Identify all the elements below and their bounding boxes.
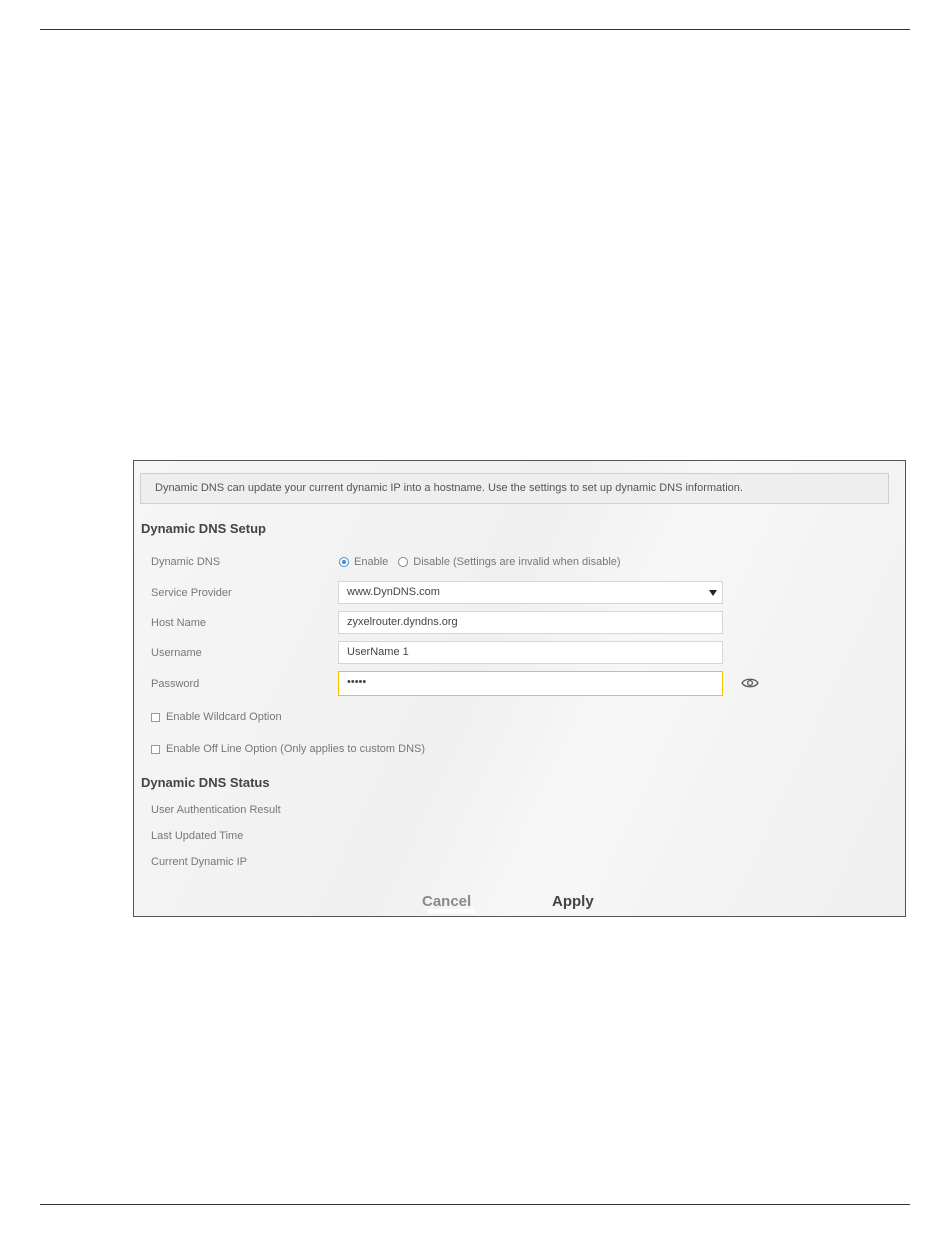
wildcard-option-row[interactable]: Enable Wildcard Option bbox=[151, 711, 282, 723]
current-ip-label: Current Dynamic IP bbox=[151, 856, 247, 868]
dynamic-dns-panel: Dynamic DNS can update your current dyna… bbox=[133, 460, 906, 917]
wildcard-label: Enable Wildcard Option bbox=[166, 711, 282, 723]
apply-button-label: Apply bbox=[552, 893, 594, 910]
offline-checkbox[interactable] bbox=[151, 744, 160, 754]
info-banner: Dynamic DNS can update your current dyna… bbox=[140, 473, 889, 504]
service-provider-label: Service Provider bbox=[151, 587, 232, 599]
page-header-rule bbox=[40, 29, 910, 30]
setup-section-title: Dynamic DNS Setup bbox=[141, 521, 266, 536]
dropdown-arrow-icon bbox=[709, 590, 717, 596]
dynamic-dns-radio-group: Enable Disable (Settings are invalid whe… bbox=[339, 556, 631, 568]
auth-result-label: User Authentication Result bbox=[151, 804, 281, 816]
enable-radio[interactable] bbox=[339, 557, 349, 567]
dynamic-dns-label: Dynamic DNS bbox=[151, 556, 221, 568]
offline-label: Enable Off Line Option (Only applies to … bbox=[166, 743, 426, 755]
enable-radio-label[interactable]: Enable bbox=[354, 556, 388, 568]
password-input[interactable]: ••••• bbox=[338, 671, 723, 696]
host-name-label: Host Name bbox=[151, 617, 207, 629]
last-updated-label: Last Updated Time bbox=[151, 830, 244, 842]
password-label: Password bbox=[151, 678, 200, 690]
cancel-button-label: Cancel bbox=[422, 893, 472, 910]
username-input[interactable]: UserName 1 bbox=[338, 641, 723, 664]
show-password-eye-icon[interactable] bbox=[741, 677, 759, 689]
service-provider-select[interactable]: www.DynDNS.com bbox=[338, 581, 723, 604]
wildcard-checkbox[interactable] bbox=[151, 712, 160, 722]
service-provider-value: www.DynDNS.com bbox=[347, 586, 440, 598]
username-label: Username bbox=[151, 647, 202, 659]
host-name-input[interactable]: zyxelrouter.dyndns.org bbox=[338, 611, 723, 634]
disable-radio-label[interactable]: Disable (Settings are invalid when disab… bbox=[413, 556, 620, 568]
status-section-title: Dynamic DNS Status bbox=[141, 775, 270, 790]
apply-button[interactable]: Apply bbox=[552, 893, 598, 913]
offline-option-row[interactable]: Enable Off Line Option (Only applies to … bbox=[151, 743, 425, 755]
page-footer-rule bbox=[40, 1204, 910, 1205]
disable-radio[interactable] bbox=[398, 557, 409, 567]
cancel-button[interactable]: Cancel bbox=[422, 893, 476, 913]
